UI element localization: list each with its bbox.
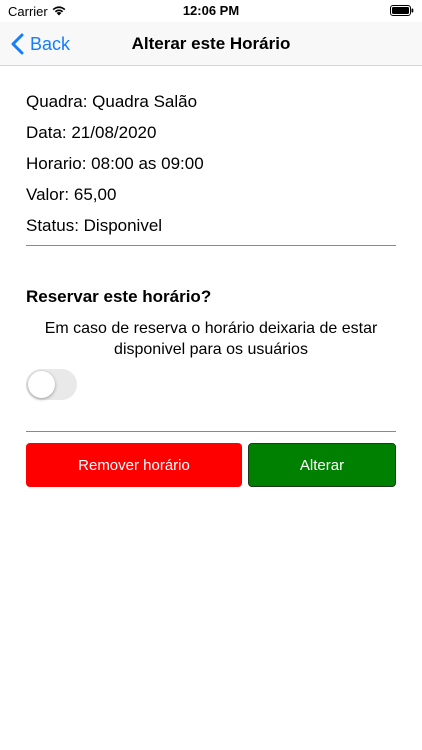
reserve-toggle[interactable] bbox=[26, 369, 77, 400]
status-time: 12:06 PM bbox=[182, 3, 240, 18]
divider bbox=[26, 245, 396, 246]
page-title: Alterar este Horário bbox=[131, 34, 291, 53]
status-bar: Carrier 12:06 PM bbox=[0, 0, 422, 22]
time-range-label: Horario: 08:00 as 09:00 bbox=[26, 154, 204, 173]
status-label: Status: Disponivel bbox=[26, 216, 163, 235]
alter-button[interactable]: Alterar bbox=[248, 443, 396, 487]
date-label: Data: 21/08/2020 bbox=[26, 123, 157, 142]
remove-schedule-button[interactable]: Remover horário bbox=[26, 443, 242, 487]
navigation-bar: Back Alterar este Horário bbox=[0, 22, 422, 66]
reserve-note: Em caso de reserva o horário deixaria de… bbox=[44, 320, 378, 358]
battery-icon bbox=[390, 5, 414, 16]
reserve-heading: Reservar este horário? bbox=[26, 287, 212, 306]
toggle-knob bbox=[28, 371, 55, 398]
court-label: Quadra: Quadra Salão bbox=[26, 92, 198, 111]
divider bbox=[26, 431, 396, 432]
screen: Carrier 12:06 PM Back Alterar este Horár… bbox=[0, 0, 422, 750]
price-label: Valor: 65,00 bbox=[26, 185, 117, 204]
